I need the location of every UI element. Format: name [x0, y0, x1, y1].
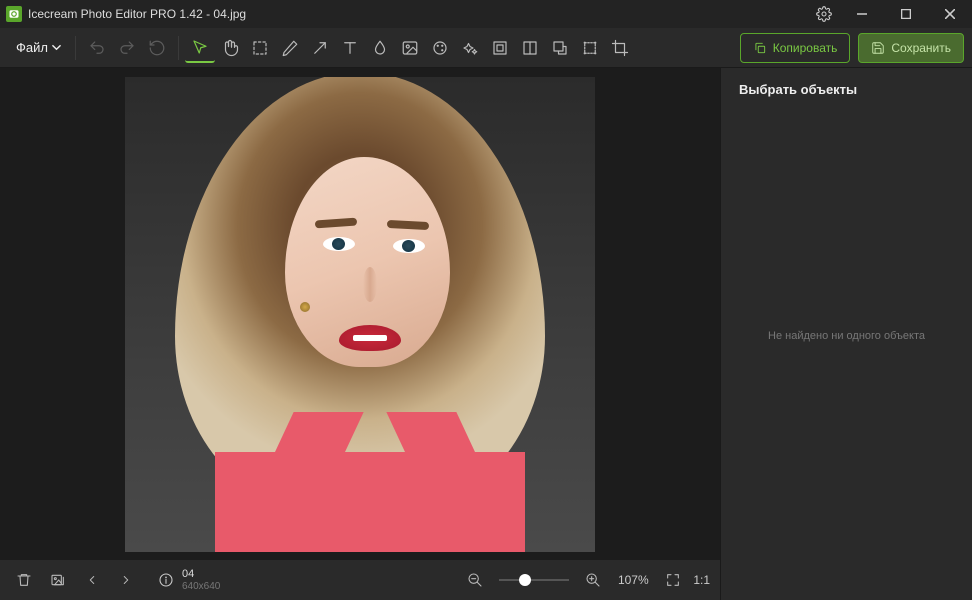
frame-tool[interactable]: [485, 33, 515, 63]
canvas-area: 04 640x640 107% 1:1: [0, 68, 720, 600]
file-menu-label: Файл: [16, 40, 48, 55]
file-name: 04: [182, 568, 220, 581]
undo-button[interactable]: [82, 33, 112, 63]
side-panel: Выбрать объекты Не найдено ни одного объ…: [720, 68, 972, 600]
info-icon: [158, 572, 174, 588]
ratio-button[interactable]: 1:1: [693, 573, 710, 587]
window-title: Icecream Photo Editor PRO 1.42 - 04.jpg: [28, 7, 808, 21]
resize-tool[interactable]: [545, 33, 575, 63]
zoom-in-button[interactable]: [579, 566, 607, 594]
delete-button[interactable]: [10, 566, 38, 594]
rectangle-select-tool[interactable]: [245, 33, 275, 63]
photo: [125, 77, 595, 552]
reset-button[interactable]: [142, 33, 172, 63]
hand-tool[interactable]: [215, 33, 245, 63]
maximize-button[interactable]: [884, 0, 928, 28]
close-button[interactable]: [928, 0, 972, 28]
next-button[interactable]: [112, 566, 140, 594]
arrow-tool[interactable]: [305, 33, 335, 63]
text-tool[interactable]: [335, 33, 365, 63]
titlebar: Icecream Photo Editor PRO 1.42 - 04.jpg: [0, 0, 972, 28]
gallery-button[interactable]: [44, 566, 72, 594]
side-panel-empty: Не найдено ни одного объекта: [721, 111, 972, 600]
save-label: Сохранить: [891, 41, 951, 55]
zoom-level: 107%: [613, 573, 653, 587]
zoom-slider-thumb[interactable]: [519, 574, 531, 586]
blur-tool[interactable]: [365, 33, 395, 63]
transform-tool[interactable]: [575, 33, 605, 63]
fit-button[interactable]: [659, 566, 687, 594]
prev-button[interactable]: [78, 566, 106, 594]
copy-button[interactable]: Копировать: [740, 33, 851, 63]
image-tool[interactable]: [395, 33, 425, 63]
separator: [75, 36, 76, 60]
zoom-slider[interactable]: [499, 579, 569, 581]
brush-tool[interactable]: [275, 33, 305, 63]
chevron-down-icon: [52, 43, 61, 52]
save-button[interactable]: Сохранить: [858, 33, 964, 63]
select-tool[interactable]: [185, 33, 215, 63]
body: 04 640x640 107% 1:1 Выбрать объекты Не н…: [0, 68, 972, 600]
separator: [178, 36, 179, 60]
app-icon: [6, 6, 22, 22]
file-dimensions: 640x640: [182, 581, 220, 593]
settings-button[interactable]: [808, 0, 840, 28]
zoom-out-button[interactable]: [461, 566, 489, 594]
split-tool[interactable]: [515, 33, 545, 63]
toolbar: Файл Копировать Сохранить: [0, 28, 972, 68]
file-menu[interactable]: Файл: [8, 36, 69, 59]
file-info: 04 640x640: [158, 568, 220, 592]
statusbar: 04 640x640 107% 1:1: [0, 560, 720, 600]
canvas-viewport[interactable]: [0, 68, 720, 560]
minimize-button[interactable]: [840, 0, 884, 28]
save-icon: [871, 41, 885, 55]
effects-tool[interactable]: [455, 33, 485, 63]
side-panel-title: Выбрать объекты: [721, 68, 972, 111]
color-tool[interactable]: [425, 33, 455, 63]
crop-tool[interactable]: [605, 33, 635, 63]
copy-icon: [753, 41, 767, 55]
copy-label: Копировать: [773, 41, 838, 55]
redo-button[interactable]: [112, 33, 142, 63]
